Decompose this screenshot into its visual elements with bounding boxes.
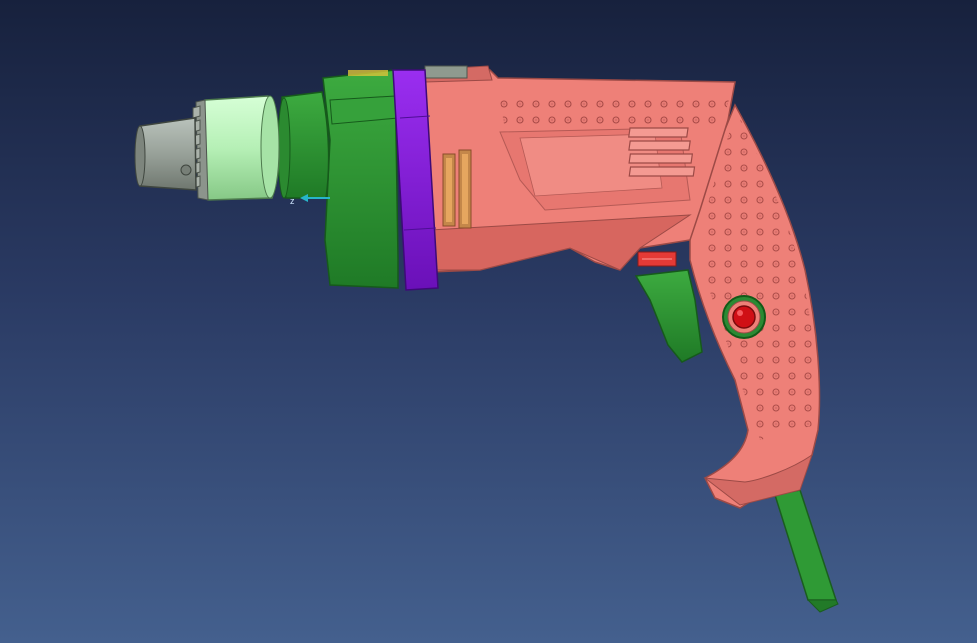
- trigger: [634, 269, 703, 363]
- drill-model[interactable]: z: [0, 0, 977, 643]
- svg-text:z: z: [290, 196, 295, 206]
- lock-button: [722, 295, 766, 339]
- 3d-viewport[interactable]: z: [0, 0, 977, 643]
- power-cord: [774, 489, 838, 601]
